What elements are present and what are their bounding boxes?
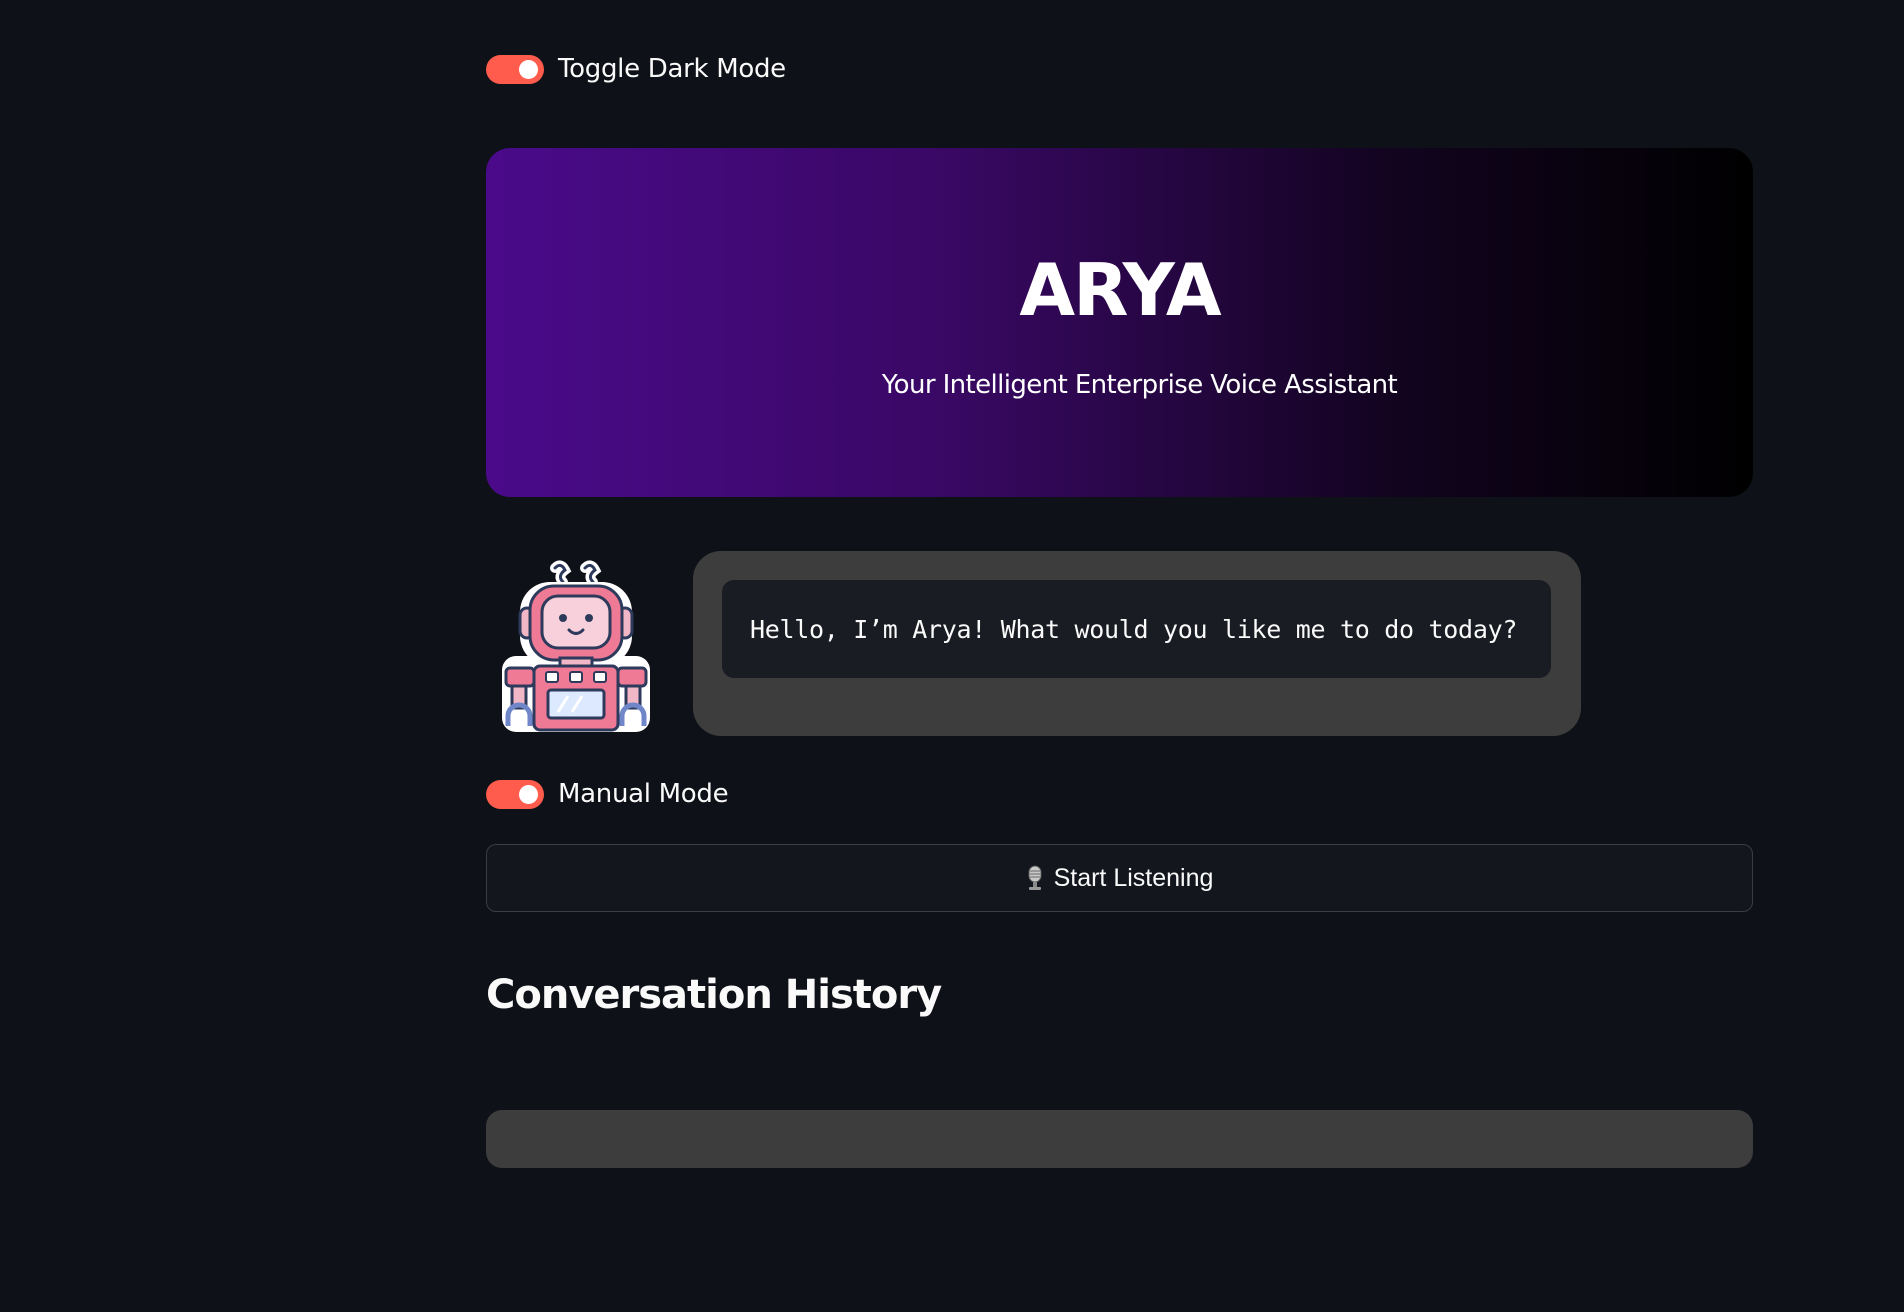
toggle-knob <box>519 59 538 79</box>
start-listening-label: Start Listening <box>1053 863 1214 892</box>
dark-mode-row: Toggle Dark Mode <box>486 49 786 89</box>
toggle-knob <box>519 784 538 804</box>
assistant-message-box: Hello, I’m Arya! What would you like me … <box>722 580 1551 678</box>
assistant-greeting: Hello, I’m Arya! What would you like me … <box>750 614 1518 644</box>
hero-title: ARYA <box>1019 248 1221 332</box>
robot-icon <box>502 560 650 732</box>
manual-mode-row: Manual Mode <box>486 774 729 814</box>
dark-mode-label: Toggle Dark Mode <box>558 54 786 84</box>
hero-subtitle: Your Intelligent Enterprise Voice Assist… <box>881 370 1398 400</box>
microphone-icon <box>1028 865 1042 890</box>
start-listening-button[interactable]: Start Listening <box>486 844 1753 912</box>
manual-mode-label: Manual Mode <box>558 779 729 809</box>
dark-mode-toggle[interactable] <box>486 54 544 84</box>
assistant-message-panel: Hello, I’m Arya! What would you like me … <box>693 551 1581 736</box>
conversation-history-box <box>486 1110 1753 1168</box>
conversation-history-title: Conversation History <box>486 972 942 1018</box>
hero-banner: ARYA Your Intelligent Enterprise Voice A… <box>486 148 1753 497</box>
manual-mode-toggle[interactable] <box>486 779 544 809</box>
app-page: Toggle Dark Mode ARYA Your Intelligent E… <box>0 0 1904 1312</box>
